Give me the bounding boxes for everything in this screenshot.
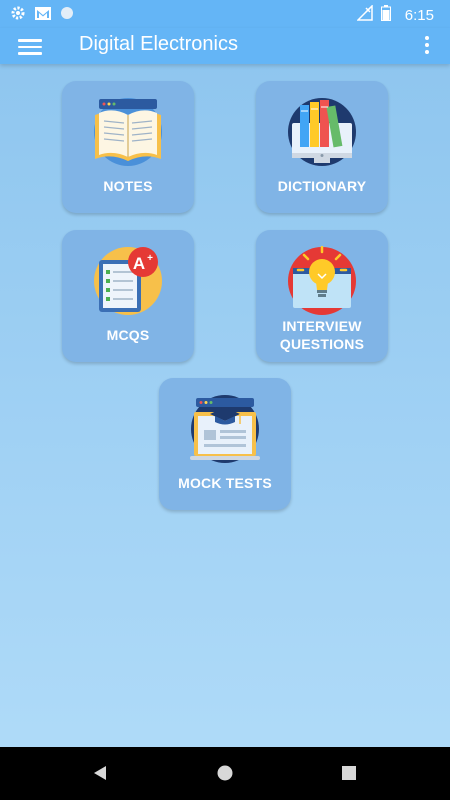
app-bar: Digital Electronics: [0, 28, 450, 64]
lightbulb-icon: [287, 245, 357, 316]
open-book-icon: [93, 97, 163, 167]
interview-questions-label: INTERVIEW QUESTIONS: [256, 317, 388, 353]
more-vert-icon[interactable]: [422, 36, 432, 56]
navigation-bar: [0, 747, 450, 800]
svg-text:+: +: [147, 253, 153, 264]
mcqs-tile[interactable]: A + MCQS: [62, 230, 194, 362]
dictionary-tile[interactable]: DICTIONARY: [256, 81, 388, 213]
notes-label: NOTES: [103, 178, 153, 194]
interview-label-line2: QUESTIONS: [279, 336, 365, 352]
home-circle-icon[interactable]: [216, 764, 234, 787]
battery-icon: [380, 5, 391, 26]
recents-square-icon[interactable]: [341, 764, 357, 787]
mock-tests-tile[interactable]: MOCK TESTS: [159, 378, 291, 510]
checklist-a-plus-icon: A +: [93, 246, 163, 316]
notes-tile[interactable]: NOTES: [62, 81, 194, 213]
mcqs-label: MCQS: [106, 327, 150, 343]
mock-tests-label: MOCK TESTS: [178, 475, 272, 491]
status-bar: 6:15: [0, 0, 450, 28]
app-title: Digital Electronics: [79, 33, 238, 55]
no-signal-icon: [355, 4, 373, 26]
back-triangle-icon[interactable]: [92, 764, 108, 787]
graduation-cap-laptop-icon: [190, 394, 260, 464]
interview-questions-tile[interactable]: INTERVIEW QUESTIONS: [256, 230, 388, 362]
settings-icon: [10, 5, 26, 26]
circle-icon: [60, 6, 74, 25]
svg-text:A: A: [133, 254, 145, 273]
interview-label-line1: INTERVIEW: [282, 318, 362, 334]
hamburger-menu-icon[interactable]: [18, 36, 42, 56]
status-time: 6:15: [404, 7, 434, 24]
dictionary-label: DICTIONARY: [277, 178, 367, 194]
gmail-icon: [34, 6, 52, 26]
books-on-monitor-icon: [287, 97, 357, 167]
